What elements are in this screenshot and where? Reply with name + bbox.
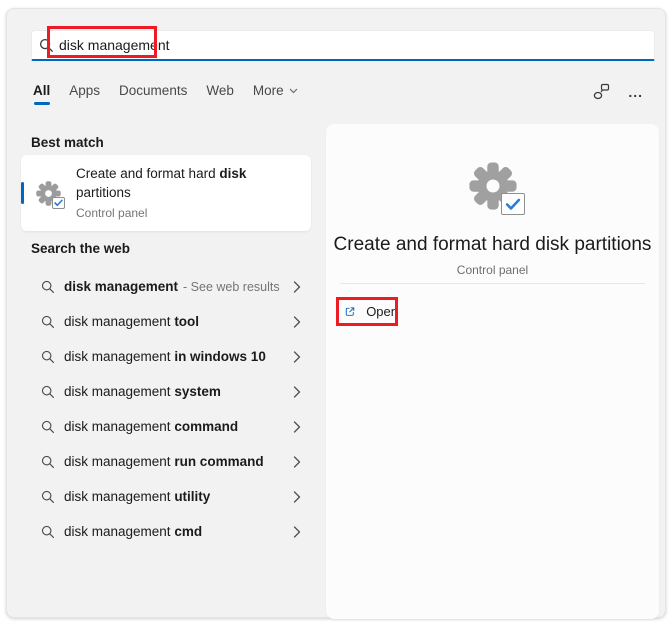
search-icon — [41, 350, 55, 364]
suggestion-text: disk management in windows 10 — [64, 349, 293, 364]
web-suggestion-item[interactable]: disk management in windows 10 — [21, 339, 313, 374]
preview-subtitle: Control panel — [457, 263, 528, 277]
suggestion-text: disk management tool — [64, 314, 293, 329]
web-suggestion-item[interactable]: disk management cmd — [21, 514, 313, 549]
search-icon — [41, 455, 55, 469]
tab-all[interactable]: All — [33, 83, 50, 105]
chevron-right-icon — [293, 421, 301, 433]
chevron-down-icon — [289, 88, 298, 94]
preview-title: Create and format hard disk partitions — [334, 234, 652, 256]
suggestion-text: disk management utility — [64, 489, 293, 504]
web-suggestion-item[interactable]: disk management run command — [21, 444, 313, 479]
selection-accent-bar — [21, 182, 24, 204]
search-input[interactable]: disk management — [31, 30, 655, 61]
chevron-right-icon — [293, 491, 301, 503]
best-match-text: Create and format hard disk partitions C… — [76, 164, 246, 223]
web-suggestions-list: disk management- See web results disk ma… — [21, 269, 313, 549]
check-icon — [54, 199, 63, 207]
divider — [340, 283, 645, 284]
open-button[interactable]: Open — [336, 297, 398, 326]
tab-apps[interactable]: Apps — [69, 83, 100, 105]
suggestion-text: disk management cmd — [64, 524, 293, 539]
search-icon — [41, 315, 55, 329]
search-icon — [41, 490, 55, 504]
chevron-right-icon — [293, 526, 301, 538]
checkmark-badge — [52, 197, 65, 209]
suggestion-text: disk management command — [64, 419, 293, 434]
search-icon — [41, 385, 55, 399]
best-match-subtitle: Control panel — [76, 204, 246, 223]
search-icon — [39, 38, 54, 53]
external-link-icon — [345, 304, 355, 319]
chevron-right-icon — [293, 351, 301, 363]
tab-documents[interactable]: Documents — [119, 83, 187, 105]
suggestion-text: disk management system — [64, 384, 293, 399]
web-suggestion-item[interactable]: disk management tool — [21, 304, 313, 339]
search-icon — [41, 525, 55, 539]
disk-management-app-icon — [35, 180, 62, 207]
active-tab-underline — [34, 102, 50, 105]
check-icon — [505, 198, 521, 211]
chevron-right-icon — [293, 386, 301, 398]
best-match-result[interactable]: Create and format hard disk partitions C… — [21, 155, 311, 231]
more-options-icon[interactable]: ... — [628, 87, 643, 97]
web-suggestion-item[interactable]: disk management command — [21, 409, 313, 444]
chevron-right-icon — [293, 316, 301, 328]
chevron-right-icon — [293, 456, 301, 468]
best-match-label: Best match — [31, 135, 104, 150]
account-icon[interactable] — [593, 83, 610, 100]
web-suggestion-item[interactable]: disk management- See web results — [21, 269, 313, 304]
search-icon — [41, 420, 55, 434]
search-window: disk management All Apps Documents Web M… — [6, 8, 666, 618]
suggestion-text: disk management run command — [64, 454, 293, 469]
search-query-text: disk management — [59, 37, 170, 53]
tab-web[interactable]: Web — [206, 83, 234, 105]
search-filter-tabs: All Apps Documents Web More — [33, 83, 298, 105]
windows-search-flyout: disk management All Apps Documents Web M… — [0, 0, 672, 631]
open-button-label: Open — [366, 304, 398, 319]
disk-management-app-icon-large — [467, 160, 519, 212]
tab-more[interactable]: More — [253, 83, 298, 105]
suggestion-text: disk management- See web results — [64, 279, 293, 294]
chevron-right-icon — [293, 281, 301, 293]
checkmark-badge — [501, 193, 525, 215]
search-the-web-label: Search the web — [31, 241, 130, 256]
web-suggestion-item[interactable]: disk management system — [21, 374, 313, 409]
search-icon — [41, 280, 55, 294]
web-suggestion-item[interactable]: disk management utility — [21, 479, 313, 514]
top-right-actions: ... — [593, 83, 643, 100]
preview-panel: Create and format hard disk partitions C… — [326, 124, 659, 619]
